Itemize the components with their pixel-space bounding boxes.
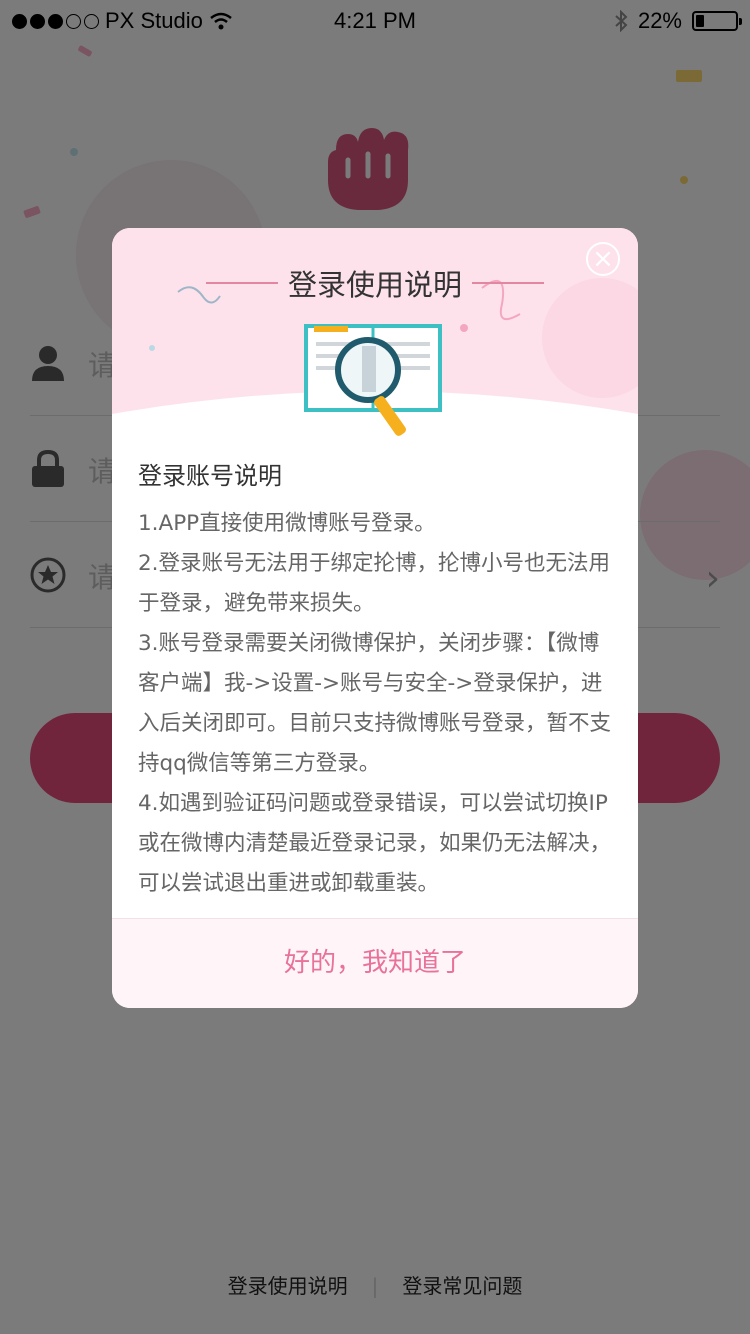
title-divider-right [472, 282, 544, 284]
section-title: 登录账号说明 [138, 462, 282, 490]
usage-guide-dialog: 登录使用说明 × 登录账号说明 1.APP直接使用微博账号登录。 2.登录账号无… [112, 228, 638, 1008]
battery-icon [692, 11, 742, 31]
instruction-paragraph: 1.APP直接使用微博账号登录。 [138, 511, 436, 536]
status-bar: PX Studio 4:21 PM 22% [0, 0, 750, 40]
battery-percent: 22% [637, 8, 682, 33]
dialog-title: 登录使用说明 [287, 268, 462, 302]
instruction-paragraph: 3.账号登录需要关闭微博保护，关闭步骤：【微博客户端】我->设置->账号与安全-… [138, 631, 612, 776]
dialog-footer: 好的，我知道了 [112, 918, 638, 1008]
dialog-header: 登录使用说明 [112, 228, 638, 436]
title-divider-left [205, 282, 278, 284]
close-button[interactable]: × [586, 242, 620, 276]
close-icon: × [592, 244, 614, 274]
instruction-paragraph: 2.登录账号无法用于绑定抡博，抡博小号也无法用于登录，避免带来损失。 [138, 551, 611, 616]
dialog-content: 登录账号说明 1.APP直接使用微博账号登录。 2.登录账号无法用于绑定抡博，抡… [138, 454, 616, 904]
confirm-button[interactable]: 好的，我知道了 [284, 948, 466, 978]
instruction-paragraph: 4.如遇到验证码问题或登录错误，可以尝试切换IP或在微博内清楚最近登录记录，如果… [138, 791, 612, 896]
book-magnifier-icon [304, 324, 442, 436]
bluetooth-icon [615, 10, 628, 32]
